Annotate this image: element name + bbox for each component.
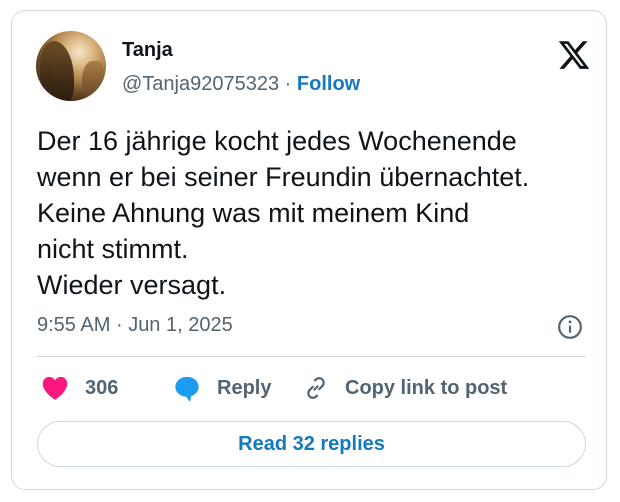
x-logo-icon[interactable]	[556, 38, 592, 72]
copy-link-label: Copy link to post	[345, 376, 508, 399]
follow-button[interactable]: Follow	[297, 73, 360, 95]
link-icon	[307, 377, 325, 399]
tweet-time: 9:55 AM	[37, 314, 111, 336]
timestamp-separator: ·	[115, 314, 123, 336]
avatar[interactable]	[36, 31, 106, 101]
avatar-hair-shape	[40, 41, 74, 101]
tweet-timestamp[interactable]: 9:55 AM · Jun 1, 2025	[37, 314, 233, 337]
author-handle[interactable]: @Tanja92075323	[122, 73, 279, 95]
author-handle-row: @Tanja92075323 · Follow	[122, 73, 360, 96]
divider	[37, 356, 586, 357]
speech-bubble-icon	[175, 376, 199, 402]
action-bar: 306 Reply Copy link to post	[37, 373, 597, 403]
tweet-card: Tanja @Tanja92075323 · Follow Der 16 jäh…	[11, 10, 607, 490]
author-name[interactable]: Tanja	[122, 39, 173, 62]
heart-icon	[42, 376, 68, 400]
read-replies-button[interactable]: Read 32 replies	[37, 421, 586, 467]
copy-link-button[interactable]: Copy link to post	[303, 373, 507, 403]
handle-separator: ·	[284, 73, 292, 95]
reply-button[interactable]: Reply	[173, 373, 271, 403]
info-icon[interactable]	[557, 314, 583, 340]
tweet-text: Der 16 jährige kocht jedes Wochenende we…	[37, 126, 530, 300]
avatar-hair-shape-right	[82, 61, 104, 101]
like-button[interactable]: 306	[41, 373, 118, 403]
tweet-date: Jun 1, 2025	[128, 314, 233, 336]
like-count: 306	[85, 376, 119, 399]
reply-label: Reply	[217, 376, 272, 399]
